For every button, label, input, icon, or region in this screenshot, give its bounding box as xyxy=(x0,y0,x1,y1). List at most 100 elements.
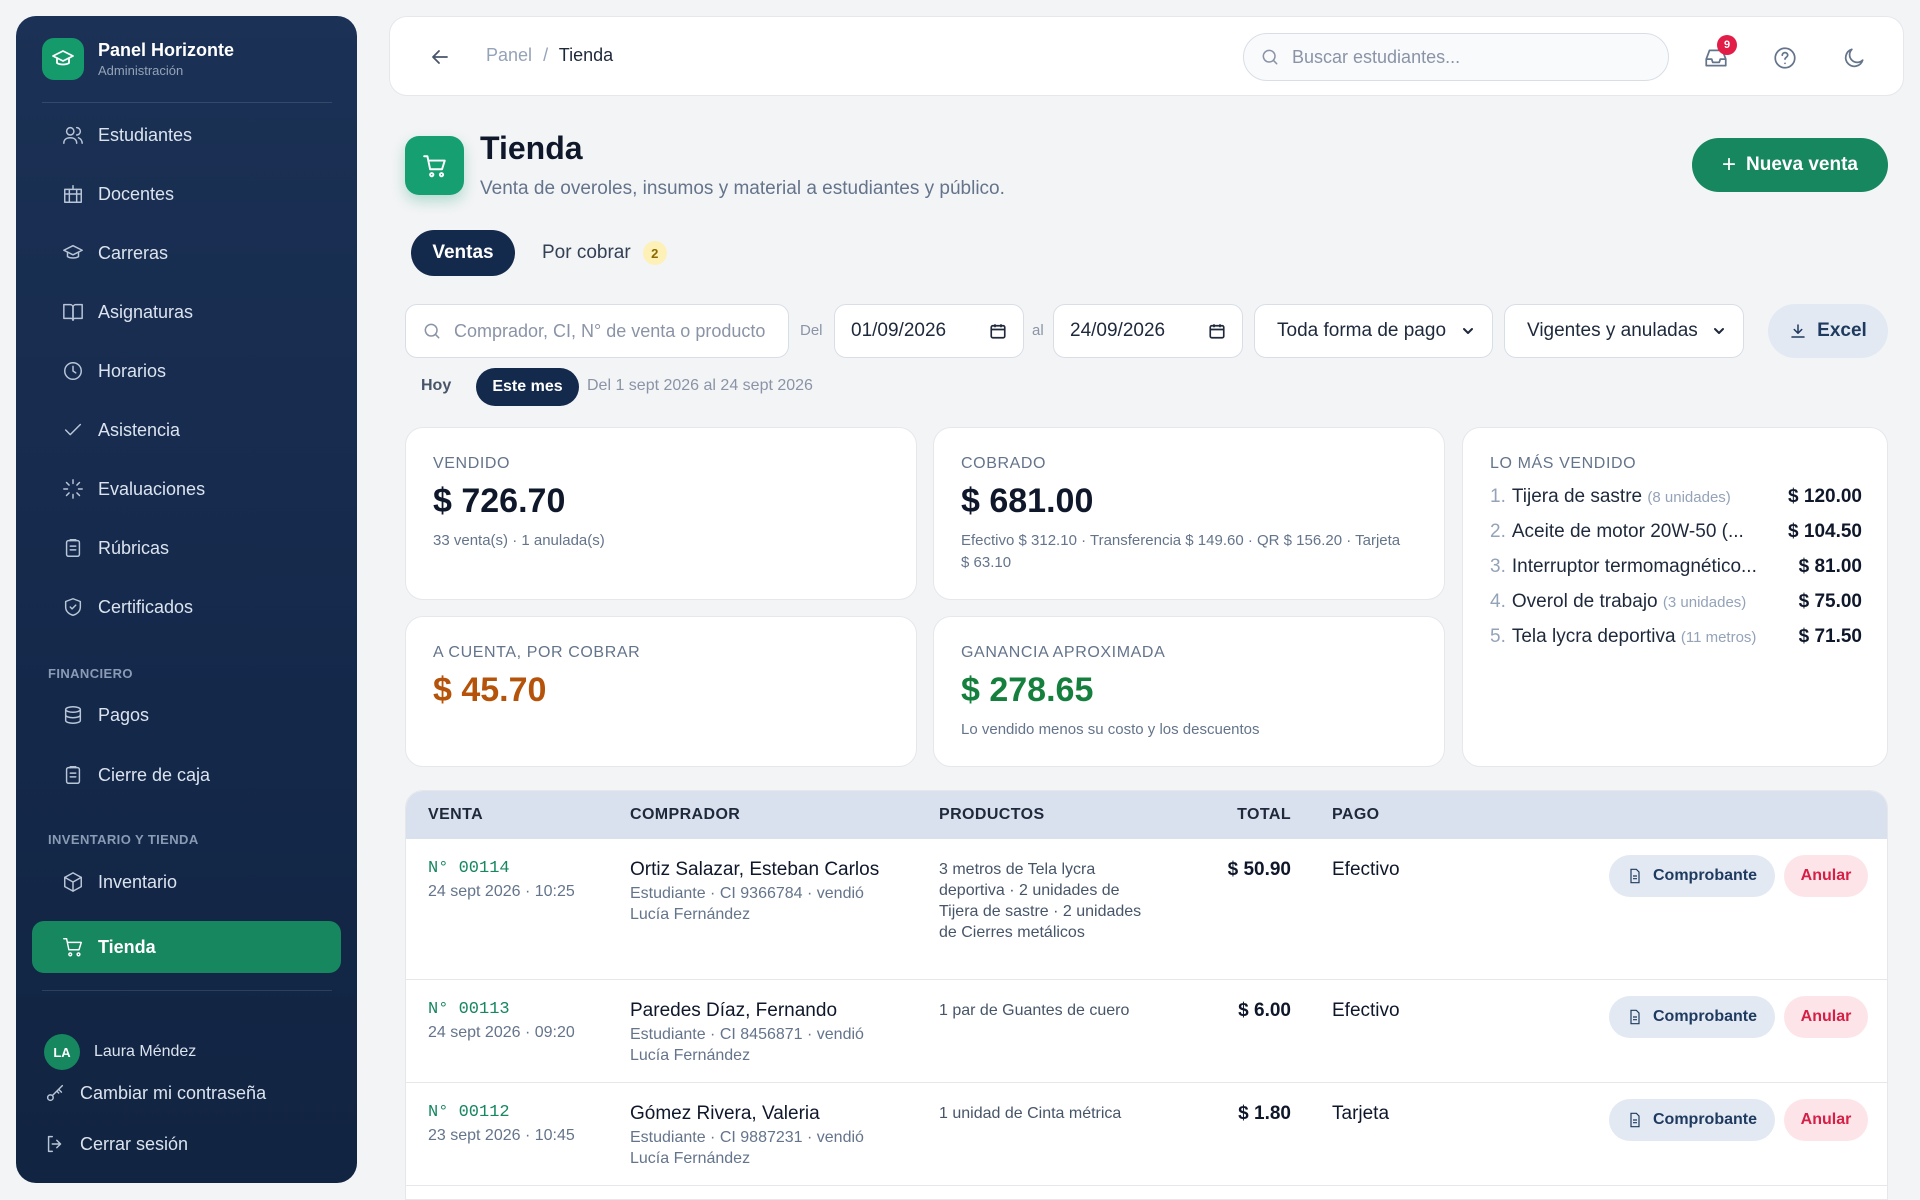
sale-number[interactable]: N° 00113 xyxy=(428,1000,510,1019)
export-excel-button[interactable]: Excel xyxy=(1768,304,1888,358)
product-amount: $ 120.00 xyxy=(1788,486,1862,507)
product-amount: $ 71.50 xyxy=(1798,626,1862,647)
list-item[interactable]: 1. Tijera de sastre (8 unidades) $ 120.00 xyxy=(1490,486,1862,521)
sidebar-item-docentes[interactable]: Docentes xyxy=(32,168,341,220)
list-item[interactable]: 2. Aceite de motor 20W-50 (... $ 104.50 xyxy=(1490,521,1862,556)
breadcrumb-root[interactable]: Panel xyxy=(486,45,532,65)
status-select[interactable]: Vigentes y anuladas xyxy=(1504,304,1744,358)
plus-icon: + xyxy=(1722,151,1737,178)
card-label: A CUENTA, POR COBRAR xyxy=(433,644,641,661)
new-sale-button[interactable]: + Nueva venta xyxy=(1692,138,1888,192)
change-password-link[interactable]: Cambiar mi contraseña xyxy=(44,1082,266,1104)
card-vendido: VENDIDO $ 726.70 33 venta(s) · 1 anulada… xyxy=(405,427,917,600)
product-name: Overol de trabajo xyxy=(1511,591,1658,612)
global-search xyxy=(1243,33,1669,81)
sidebar-item-inventario[interactable]: Inventario xyxy=(32,856,341,908)
list-item[interactable]: 5. Tela lycra deportiva (11 metros) $ 71.… xyxy=(1490,626,1862,661)
card-note: Lo vendido menos su costo y los descuent… xyxy=(961,721,1260,738)
change-password-label: Cambiar mi contraseña xyxy=(80,1082,267,1103)
help-button[interactable] xyxy=(1772,45,1798,71)
breadcrumb-current: Tienda xyxy=(558,45,614,65)
chevron-down-icon xyxy=(1463,328,1473,334)
list-item[interactable]: 4. Overol de trabajo (3 unidades) $ 75.00 xyxy=(1490,591,1862,626)
tab-por-cobrar[interactable]: Por cobrar 2 xyxy=(542,230,667,276)
card-label: LO MÁS VENDIDO xyxy=(1490,455,1637,472)
product-amount: $ 104.50 xyxy=(1788,521,1862,542)
void-button[interactable]: Anular xyxy=(1784,996,1868,1038)
users-icon xyxy=(63,126,83,144)
sidebar-user[interactable]: LA Laura Méndez xyxy=(44,1034,196,1070)
sidebar-item-label: Estudiantes xyxy=(98,124,193,145)
void-button[interactable]: Anular xyxy=(1784,1099,1868,1141)
table-row[interactable]: N° 00113 24 sept 2026 · 09:20 Paredes Dí… xyxy=(406,980,1887,1083)
sidebar-item-carreras[interactable]: Carreras xyxy=(32,227,341,279)
buyer-name: Ortiz Salazar, Esteban Carlos xyxy=(630,859,880,880)
sales-search xyxy=(405,304,789,358)
sidebar-item-label: Pagos xyxy=(98,704,150,725)
sidebar-item-estudiantes[interactable]: Estudiantes xyxy=(32,109,341,161)
receipt-button[interactable]: Comprobante xyxy=(1609,1099,1775,1141)
notifications-button[interactable]: 9 xyxy=(1703,35,1737,71)
chevron-down-icon xyxy=(1714,328,1724,334)
table-row[interactable]: N° 00114 24 sept 2026 · 10:25 Ortiz Sala… xyxy=(406,839,1887,980)
list-item[interactable]: 3. Interruptor termomagnético... $ 81.00 xyxy=(1490,556,1862,591)
receipt-button[interactable]: Comprobante xyxy=(1609,996,1775,1038)
new-sale-label: Nueva venta xyxy=(1746,154,1858,175)
receipt-button[interactable]: Comprobante xyxy=(1609,855,1775,897)
tab-ventas[interactable]: Ventas xyxy=(411,230,515,276)
quick-filter-this-month[interactable]: Este mes xyxy=(476,368,579,406)
sidebar-item-tienda[interactable]: Tienda xyxy=(32,921,341,973)
buyer-meta: Estudiante · CI 8456871 · vendió Lucía F… xyxy=(630,1026,864,1064)
theme-toggle-button[interactable] xyxy=(1841,45,1867,71)
card-label: GANANCIA APROXIMADA xyxy=(961,644,1166,661)
moon-icon xyxy=(1844,48,1864,68)
sidebar-item-pagos[interactable]: Pagos xyxy=(32,689,341,741)
sales-search-input[interactable] xyxy=(454,320,774,342)
void-button[interactable]: Anular xyxy=(1784,855,1868,897)
global-search-input[interactable] xyxy=(1292,46,1632,68)
sidebar-item-rubricas[interactable]: Rúbricas xyxy=(32,522,341,574)
product-name: Tijera de sastre xyxy=(1511,486,1643,507)
rank: 2. xyxy=(1490,521,1506,542)
quick-filter-today[interactable]: Hoy xyxy=(421,377,451,395)
brand-subtitle: Administración xyxy=(98,63,184,78)
rank: 5. xyxy=(1490,626,1506,647)
sale-number[interactable]: N° 00112 xyxy=(428,1103,510,1122)
column-header-venta: VENTA xyxy=(428,806,484,823)
rank: 3. xyxy=(1490,556,1506,577)
sidebar-item-cierre-de-caja[interactable]: Cierre de caja xyxy=(32,749,341,801)
sidebar-section-financiero: FINANCIERO xyxy=(48,666,133,681)
sidebar-item-label: Horarios xyxy=(98,360,167,381)
to-date-input[interactable]: 24/09/2026 xyxy=(1053,304,1243,358)
sidebar-item-horarios[interactable]: Horarios xyxy=(32,345,341,397)
buyer-meta: Estudiante · CI 9887231 · vendió Lucía F… xyxy=(630,1129,864,1167)
card-value: $ 681.00 xyxy=(961,482,1094,520)
database-icon xyxy=(64,706,82,724)
to-date-label: al xyxy=(1032,322,1044,339)
card-value: $ 278.65 xyxy=(961,671,1094,709)
arrow-left-icon xyxy=(432,50,448,64)
table-row[interactable]: N° 00112 23 sept 2026 · 10:45 Gómez Rive… xyxy=(406,1083,1887,1186)
logout-label: Cerrar sesión xyxy=(80,1133,189,1154)
calendar-icon xyxy=(1209,324,1225,339)
back-button[interactable] xyxy=(428,45,452,69)
sidebar-item-label: Rúbricas xyxy=(98,537,170,558)
product-name: Aceite de motor 20W-50 (... xyxy=(1511,521,1744,542)
loader-icon xyxy=(63,479,83,499)
excel-label: Excel xyxy=(1817,320,1867,341)
card-ganancia: GANANCIA APROXIMADA $ 278.65 Lo vendido … xyxy=(933,616,1445,767)
sidebar-item-asistencia[interactable]: Asistencia xyxy=(32,404,341,456)
sidebar-divider xyxy=(42,102,332,103)
buyer-name: Paredes Díaz, Fernando xyxy=(630,1000,838,1021)
sale-number[interactable]: N° 00114 xyxy=(428,859,510,878)
brand[interactable]: Panel Horizonte Administración xyxy=(42,38,234,80)
sidebar-item-certificados[interactable]: Certificados xyxy=(32,581,341,633)
sidebar-item-asignaturas[interactable]: Asignaturas xyxy=(32,286,341,338)
product-unit: (8 unidades) xyxy=(1647,489,1731,506)
logout-link[interactable]: Cerrar sesión xyxy=(44,1133,188,1155)
sidebar-item-evaluaciones[interactable]: Evaluaciones xyxy=(32,463,341,515)
product-amount: $ 75.00 xyxy=(1798,591,1862,612)
from-date-input[interactable]: 01/09/2026 xyxy=(834,304,1024,358)
payment-method-select[interactable]: Toda forma de pago xyxy=(1254,304,1493,358)
logout-icon xyxy=(47,1135,62,1153)
